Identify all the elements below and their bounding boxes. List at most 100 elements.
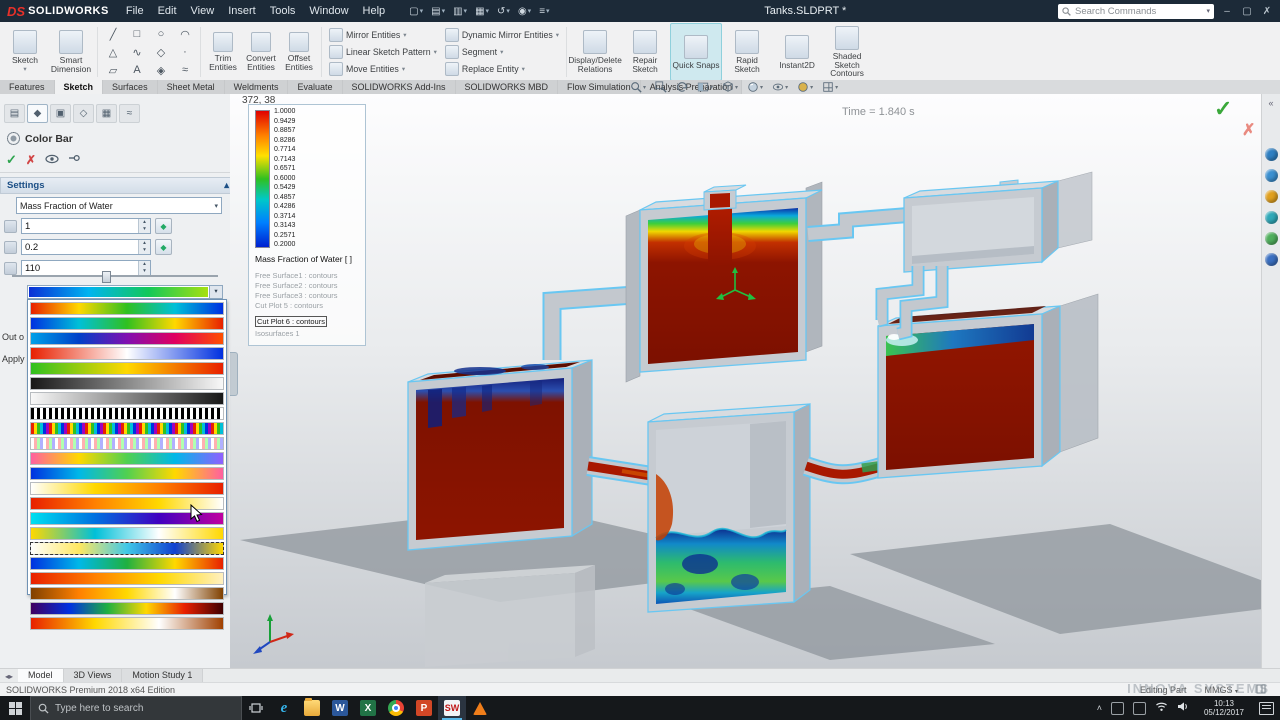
right-top-tank[interactable] [903,171,1093,273]
chevron-down-icon[interactable]: ▾ [209,286,222,298]
palette-row-8[interactable] [30,422,224,435]
palette-row-11[interactable] [30,467,224,480]
center-top-tank[interactable] [625,181,823,383]
solidworks-taskbar-button[interactable]: SW [438,696,466,720]
sketch-entity-tool-6-icon[interactable]: ◇ [149,43,173,61]
tab-sheet-metal[interactable]: Sheet Metal [157,80,225,94]
tab-solidworks-add-ins[interactable]: SOLIDWORKS Add-Ins [342,80,456,94]
sketch-entity-tool-1-icon[interactable]: □ [125,25,149,43]
display-style-icon[interactable]: ▾ [747,81,763,93]
view-tab-motion-study-1[interactable]: Motion Study 1 [122,669,204,683]
hide-show-items-icon[interactable]: ▾ [772,81,788,93]
left-tank[interactable] [407,359,593,551]
search-caret-icon[interactable]: ▾ [1206,7,1210,15]
tray-app-icon[interactable] [1111,701,1124,715]
replace-entity-button[interactable]: Replace Entity ▾ [441,62,563,77]
minimize-button[interactable]: – [1220,6,1234,17]
zoom-area-icon[interactable] [655,81,667,93]
tab-weldments[interactable]: Weldments [224,80,289,94]
sketch-entity-tool-0-icon[interactable]: ╱ [101,25,125,43]
vlc-taskbar-button[interactable] [466,696,494,720]
offset-entities-button[interactable]: Offset Entities [280,23,318,81]
propertymanager-tab-icon[interactable]: ◆ [27,104,48,123]
center-bottom-tank[interactable] [647,403,811,613]
print-button[interactable]: ▦ ▾ [472,2,492,20]
slider-thumb[interactable] [101,271,111,283]
palette-row-0[interactable] [30,302,224,315]
start-button[interactable] [0,696,30,720]
featuremanager-tab-icon[interactable]: ▤ [4,104,25,123]
palette-row-15[interactable] [30,527,224,540]
clipped-label-apply[interactable]: Apply [2,354,25,364]
dropdown-caret-icon[interactable]: ▾ [556,31,559,39]
dropdown-caret-icon[interactable]: ▾ [434,48,437,56]
confirm-cancel-icon[interactable]: ✗ [1242,120,1255,140]
new-button[interactable]: ▢ ▾ [406,2,426,20]
instant2d-button[interactable]: Instant2D [772,23,822,81]
configurationmanager-tab-icon[interactable]: ▣ [50,104,71,123]
repair-sketch-button[interactable]: Repair Sketch [620,23,670,81]
dynamic-mirror-entities-button[interactable]: Dynamic Mirror Entities ▾ [441,28,563,43]
palette-row-12[interactable] [30,482,224,495]
palette-row-18[interactable] [30,572,224,585]
menu-file[interactable]: File [119,5,151,17]
view-settings-icon[interactable]: ▾ [822,81,838,93]
simulation-tree-tab-icon[interactable]: ≈ [119,104,140,123]
excel-taskbar-button[interactable]: X [354,696,382,720]
rebuild-button[interactable]: ◉ ▾ [515,2,534,20]
sketch-button[interactable]: Sketch ▾ [2,23,48,81]
menu-help[interactable]: Help [356,5,393,17]
sketch-entity-tool-3-icon[interactable]: ◠ [173,25,197,43]
edit-appearance-icon[interactable]: ▾ [797,81,813,93]
maximize-button[interactable]: ▢ [1240,6,1254,17]
tab-solidworks-mbd[interactable]: SOLIDWORKS MBD [455,80,559,94]
linear-sketch-pattern-button[interactable]: Linear Sketch Pattern ▾ [325,45,441,60]
zoom-fit-icon[interactable]: ▾ [630,81,646,93]
sketch-entity-tool-9-icon[interactable]: A [125,61,149,79]
sketch-entity-tool-10-icon[interactable]: ◈ [149,61,173,79]
convert-entities-button[interactable]: Convert Entities [242,23,280,81]
palette-row-21[interactable] [30,617,224,630]
custom-properties-tab-icon[interactable] [1264,253,1278,266]
design-library-tab-icon[interactable] [1264,169,1278,182]
dropdown-caret-icon[interactable]: ▾ [402,65,405,73]
min-value-input[interactable]: ▴▾ [21,239,151,255]
display-delete-relations-button[interactable]: Display/Delete Relations [568,23,622,81]
palette-row-6[interactable] [30,392,224,405]
taskbar-clock[interactable]: 10:13 05/12/2017 [1198,699,1250,717]
dropdown-caret-icon[interactable]: ▾ [486,7,490,15]
undo-button[interactable]: ↺ ▾ [494,2,513,20]
dropdown-caret-icon[interactable]: ▾ [23,66,26,74]
dropdown-caret-icon[interactable]: ▾ [546,7,550,15]
chevron-down-icon[interactable]: ▾ [214,202,218,210]
palette-row-3[interactable] [30,347,224,360]
sketch-entity-tool-5-icon[interactable]: ∿ [125,43,149,61]
panel-splitter-handle[interactable] [230,352,238,396]
tab-flow-simulation[interactable]: Flow Simulation [558,80,641,94]
dropdown-caret-icon[interactable]: ▾ [464,7,468,15]
pipe-top-right[interactable] [807,207,909,242]
trim-entities-button[interactable]: Trim Entities [204,23,242,81]
pipe-right-bottom[interactable] [802,456,888,485]
tray-expand-icon[interactable]: ˄ [1097,703,1102,713]
3d-model-scene[interactable] [230,94,1262,668]
ok-button[interactable]: ✓ [6,152,17,168]
view-palette-tab-icon[interactable] [1264,211,1278,224]
menu-window[interactable]: Window [302,5,355,17]
palette-row-5[interactable] [30,377,224,390]
view-orientation-icon[interactable]: ▾ [722,81,738,93]
spinner[interactable]: ▴ ▾ [138,219,150,233]
graphics-viewport[interactable]: 372, 38 Time = 1.840 s 1.0000 0.9429 0.885… [230,94,1262,668]
settings-group-header[interactable]: Settings ▴ [0,177,236,194]
move-entities-button[interactable]: Move Entities ▾ [325,62,441,77]
palette-row-7[interactable] [30,407,224,420]
action-center-icon[interactable] [1259,701,1274,715]
dropdown-caret-icon[interactable]: ▾ [420,7,424,15]
collapse-chevron-icon[interactable]: ▴ [224,180,229,191]
palette-row-17[interactable] [30,557,224,570]
quick-snaps-button[interactable]: Quick Snaps [670,23,723,81]
sketch-entity-tool-8-icon[interactable]: ▱ [101,61,125,79]
taskbar-search[interactable]: Type here to search [30,695,242,720]
pin-icon[interactable] [68,151,80,169]
dropdown-caret-icon[interactable]: ▾ [528,7,532,15]
